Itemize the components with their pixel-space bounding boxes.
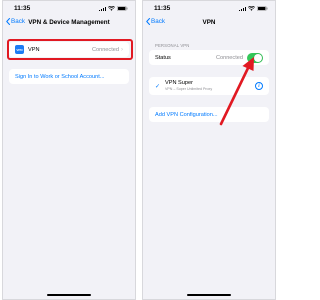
highlight-box-annotation	[7, 39, 133, 60]
status-row: Status Connected	[149, 50, 269, 65]
sign-in-link: Sign In to Work or School Account...	[15, 73, 105, 80]
signal-icon	[239, 6, 246, 11]
battery-icon	[117, 6, 128, 11]
home-indicator	[187, 294, 231, 296]
status-icons	[239, 6, 268, 11]
battery-icon	[257, 6, 268, 11]
home-indicator	[47, 294, 91, 296]
add-config-link: Add VPN Configuration...	[155, 111, 218, 118]
vpn-status-toggle[interactable]	[247, 52, 263, 63]
vpn-entry-row[interactable]: ✓ VPN Super VPN – Super Unlimited Proxy …	[149, 77, 269, 95]
left-phone-screen: 11:35 Back VPN & Device Management VPN V…	[2, 0, 136, 300]
add-config-row[interactable]: Add VPN Configuration...	[149, 107, 269, 122]
nav-bar: Back VPN	[143, 18, 275, 32]
toggle-knob	[254, 53, 262, 62]
signal-icon	[99, 6, 106, 11]
status-label: Status	[155, 54, 171, 61]
section-header: PERSONAL VPN	[155, 43, 190, 48]
nav-bar: Back VPN & Device Management	[3, 18, 135, 32]
page-title: VPN & Device Management	[28, 19, 110, 26]
info-icon[interactable]: i	[255, 82, 263, 90]
wifi-icon	[248, 6, 255, 11]
status-bar: 11:35	[143, 5, 275, 17]
status-value: Connected	[215, 54, 243, 61]
status-time: 11:35	[154, 5, 171, 12]
status-bar: 11:35	[3, 5, 135, 17]
wifi-icon	[108, 6, 115, 11]
sign-in-row[interactable]: Sign In to Work or School Account...	[9, 69, 129, 84]
right-phone-screen: 11:35 Back VPN PERSONAL VPN Status Conne…	[142, 0, 276, 300]
status-icons	[99, 6, 128, 11]
page-title: VPN	[202, 19, 216, 26]
status-time: 11:35	[14, 5, 31, 12]
checkmark-icon: ✓	[155, 83, 161, 90]
vpn-entry-subtitle: VPN – Super Unlimited Proxy	[165, 87, 213, 91]
